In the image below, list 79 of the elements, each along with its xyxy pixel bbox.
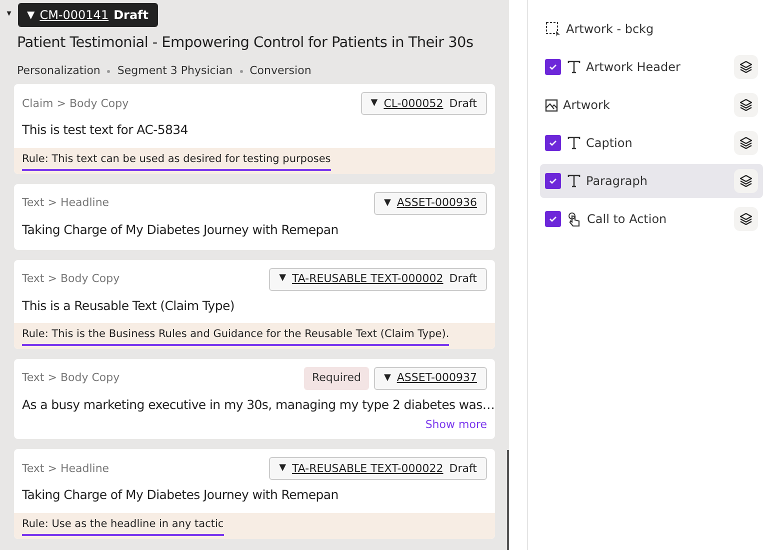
- rule-text: Rule: Use as the headline in any tactic: [22, 517, 224, 536]
- layer-item[interactable]: Call to Action: [540, 202, 763, 236]
- checkbox[interactable]: [545, 135, 561, 151]
- filter-icon: ▼: [384, 196, 391, 210]
- body-text: Taking Charge of My Diabetes Journey with Remepan: [22, 486, 338, 504]
- image-icon: [545, 98, 558, 112]
- layers-button[interactable]: [734, 207, 758, 231]
- asset-id-link[interactable]: CL-000052: [384, 96, 444, 112]
- asset-tag[interactable]: ▼ TA-REUSABLE TEXT-000022 Draft: [269, 457, 487, 480]
- layer-item[interactable]: Artwork: [540, 88, 763, 122]
- layers-icon: [739, 98, 753, 112]
- checkbox[interactable]: [545, 173, 561, 189]
- checkbox[interactable]: [545, 211, 561, 227]
- asset-id-link[interactable]: ASSET-000937: [396, 370, 477, 387]
- meta-label: Personalization: [17, 62, 100, 79]
- layer-label: Artwork: [563, 97, 611, 114]
- meta-label: Segment 3 Physician: [117, 62, 233, 79]
- layer-label: Paragraph: [586, 173, 648, 190]
- scrollbar[interactable]: [507, 450, 509, 550]
- meta-label: Conversion: [250, 62, 312, 79]
- rule-text: Rule: This text can be used as desired for testing purposes: [22, 152, 331, 171]
- status-text: Draft: [114, 7, 149, 24]
- layer-label: Caption: [586, 135, 634, 152]
- show-more-link[interactable]: Show more: [425, 416, 487, 434]
- layers-button[interactable]: [734, 131, 758, 155]
- asset-tag[interactable]: ▼ ASSET-000937: [374, 367, 487, 390]
- page-title: Patient Testimonial - Empowering Control for Patients in Their 30s: [17, 34, 474, 53]
- filter-icon: ▼: [370, 97, 378, 110]
- layers-icon: [739, 136, 753, 150]
- layers-button[interactable]: [734, 169, 758, 193]
- filter-icon: ▼: [279, 272, 286, 286]
- body-text: Taking Charge of My Diabetes Journey with Remepan: [22, 220, 338, 239]
- breadcrumb: Claim > Body Copy: [22, 96, 129, 112]
- asset-tag[interactable]: ▼ CL-000052 Draft: [360, 92, 487, 116]
- layers-icon: [739, 174, 753, 188]
- layer-item[interactable]: Paragraph: [540, 164, 763, 198]
- layer-label: Call to Action: [587, 211, 668, 228]
- text-icon: [567, 174, 581, 188]
- asset-tag[interactable]: ▼ TA-REUSABLE TEXT-000002 Draft: [269, 268, 487, 290]
- layers-button[interactable]: [734, 93, 758, 117]
- check-icon: [548, 62, 558, 72]
- layer-label: Artwork - bckg: [566, 21, 655, 38]
- asset-id-link[interactable]: ASSET-000936: [396, 195, 477, 212]
- layers-icon: [739, 212, 753, 226]
- rule-text: Rule: This is the Business Rules and Guidance for the Reusable Text (Claim Type).: [22, 327, 450, 346]
- layer-label: Artwork Header: [586, 59, 682, 76]
- breadcrumb: Text > Body Copy: [22, 370, 120, 386]
- body-text: As a busy marketing executive in my 30s, managing my type 2 diabetes was…: [22, 396, 495, 414]
- collapse-icon[interactable]: ▾: [4, 8, 14, 22]
- breadcrumb: Text > Headline: [22, 195, 110, 211]
- hand-pointer-icon: [567, 212, 582, 226]
- status-text: Draft: [449, 460, 477, 476]
- asset-id-link[interactable]: TA-REUSABLE TEXT-000022: [292, 460, 444, 477]
- filter-icon: ▼: [279, 462, 286, 476]
- check-icon: [548, 138, 558, 148]
- check-icon: [548, 176, 558, 186]
- layers-icon: [739, 60, 753, 74]
- layer-item[interactable]: Artwork Header: [540, 50, 763, 84]
- asset-tag[interactable]: ▼ ASSET-000936: [374, 192, 487, 215]
- text-icon: [567, 136, 581, 150]
- status-text: Draft: [449, 270, 477, 287]
- content-id-link[interactable]: CM-000141: [40, 6, 109, 24]
- text-icon: [567, 60, 581, 74]
- status-text: Draft: [449, 96, 477, 112]
- selection-frame-icon: [545, 21, 561, 37]
- body-text: This is test text for AC-5834: [22, 121, 188, 140]
- breadcrumb: Text > Headline: [22, 460, 110, 476]
- checkbox[interactable]: [545, 59, 561, 75]
- filter-icon: ▼: [384, 372, 391, 386]
- breadcrumb: Text > Body Copy: [22, 270, 120, 287]
- layer-item[interactable]: Caption: [540, 126, 763, 160]
- check-icon: [548, 214, 558, 224]
- layer-item[interactable]: Artwork - bckg: [540, 12, 763, 46]
- body-text: This is a Reusable Text (Claim Type): [22, 296, 234, 315]
- required-badge: Required: [304, 367, 369, 390]
- content-tag[interactable]: ▼ CM-000141 Draft: [18, 3, 158, 27]
- filter-icon: ▼: [27, 8, 35, 22]
- layers-button[interactable]: [734, 55, 758, 79]
- asset-id-link[interactable]: TA-REUSABLE TEXT-000002: [292, 270, 444, 288]
